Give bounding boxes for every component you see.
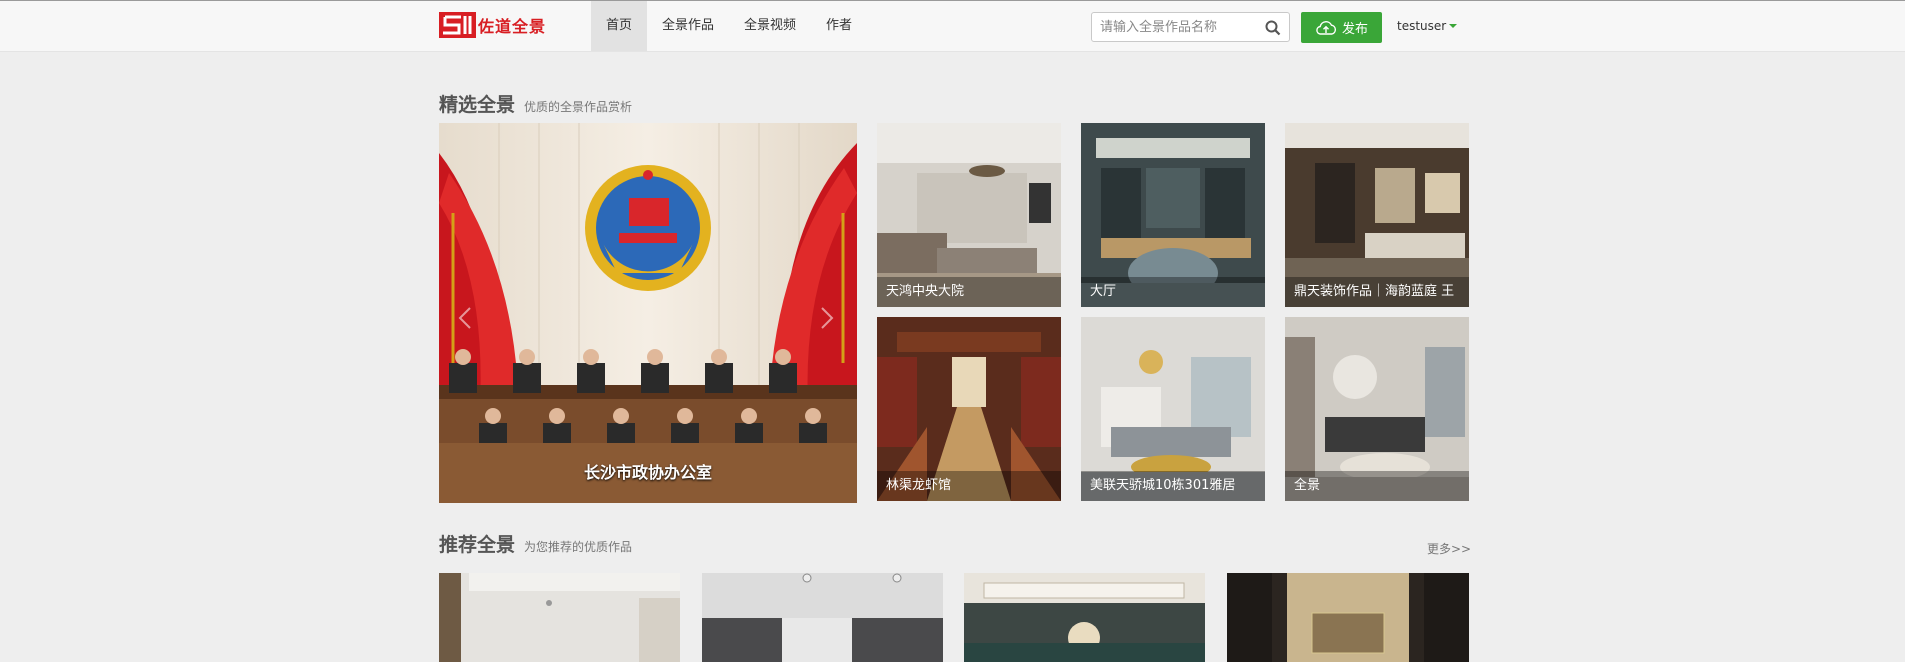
recommended-card[interactable] bbox=[702, 573, 943, 662]
user-menu[interactable]: testuser bbox=[1397, 19, 1458, 33]
featured-tile[interactable]: 鼎天装饰作品｜海韵蓝庭 王 bbox=[1285, 123, 1469, 307]
hero-image bbox=[439, 123, 857, 503]
nav-item-panorama-works[interactable]: 全景作品 bbox=[647, 1, 729, 51]
publish-label: 发布 bbox=[1341, 22, 1368, 37]
tile-caption: 鼎天装饰作品｜海韵蓝庭 王 bbox=[1285, 277, 1469, 307]
featured-tile[interactable]: 大厅 bbox=[1081, 123, 1265, 307]
username: testuser bbox=[1397, 19, 1447, 33]
nav-item-authors[interactable]: 作者 bbox=[811, 1, 867, 51]
featured-tile[interactable]: 全景 bbox=[1285, 317, 1469, 501]
featured-tile[interactable]: 天鸿中央大院 bbox=[877, 123, 1061, 307]
carousel-prev-icon[interactable] bbox=[458, 306, 472, 330]
main-nav: 首页 全景作品 全景视频 作者 bbox=[591, 1, 867, 51]
recommended-card[interactable] bbox=[439, 573, 680, 662]
featured-subtitle: 优质的全景作品赏析 bbox=[524, 100, 633, 114]
nav-item-home[interactable]: 首页 bbox=[591, 1, 648, 51]
card-image bbox=[1227, 573, 1469, 662]
featured-tile[interactable]: 林渠龙虾馆 bbox=[877, 317, 1061, 501]
card-image bbox=[439, 573, 680, 662]
more-link[interactable]: 更多>> bbox=[1427, 540, 1471, 557]
recommended-title: 推荐全景 bbox=[439, 534, 516, 556]
recommended-card[interactable] bbox=[1227, 573, 1469, 662]
featured-tile[interactable]: 美联天骄城10栋301雅居 bbox=[1081, 317, 1265, 501]
card-image bbox=[964, 573, 1205, 662]
tile-caption: 全景 bbox=[1285, 471, 1469, 501]
card-image bbox=[702, 573, 943, 662]
tile-caption: 林渠龙虾馆 bbox=[877, 471, 1061, 501]
recommended-subtitle: 为您推荐的优质作品 bbox=[524, 540, 633, 554]
recommended-card[interactable] bbox=[964, 573, 1205, 662]
brand-logo[interactable]: 佐道全景 bbox=[439, 12, 546, 38]
featured-hero[interactable]: 长沙市政协办公室 bbox=[439, 123, 857, 503]
tile-caption: 天鸿中央大院 bbox=[877, 277, 1061, 307]
logo-mark-icon bbox=[439, 12, 476, 38]
search-box bbox=[1091, 12, 1290, 42]
recommended-section-header: 推荐全景 为您推荐的优质作品 bbox=[439, 530, 632, 557]
hero-caption: 长沙市政协办公室 bbox=[584, 463, 713, 482]
carousel-next-icon[interactable] bbox=[820, 306, 834, 330]
featured-title: 精选全景 bbox=[439, 94, 516, 116]
publish-button[interactable]: 发布 bbox=[1301, 12, 1382, 43]
cloud-upload-icon bbox=[1316, 20, 1336, 35]
search-input[interactable] bbox=[1100, 13, 1260, 41]
tile-caption: 大厅 bbox=[1081, 277, 1265, 307]
top-navbar: 佐道全景 首页 全景作品 全景视频 作者 发布 testuser bbox=[0, 1, 1905, 52]
dropdown-caret-icon bbox=[1449, 24, 1458, 28]
search-icon[interactable] bbox=[1265, 20, 1281, 36]
featured-section-header: 精选全景 优质的全景作品赏析 bbox=[439, 90, 632, 117]
tile-caption: 美联天骄城10栋301雅居 bbox=[1081, 471, 1265, 501]
brand-name: 佐道全景 bbox=[478, 17, 547, 36]
nav-item-panorama-videos[interactable]: 全景视频 bbox=[729, 1, 811, 51]
